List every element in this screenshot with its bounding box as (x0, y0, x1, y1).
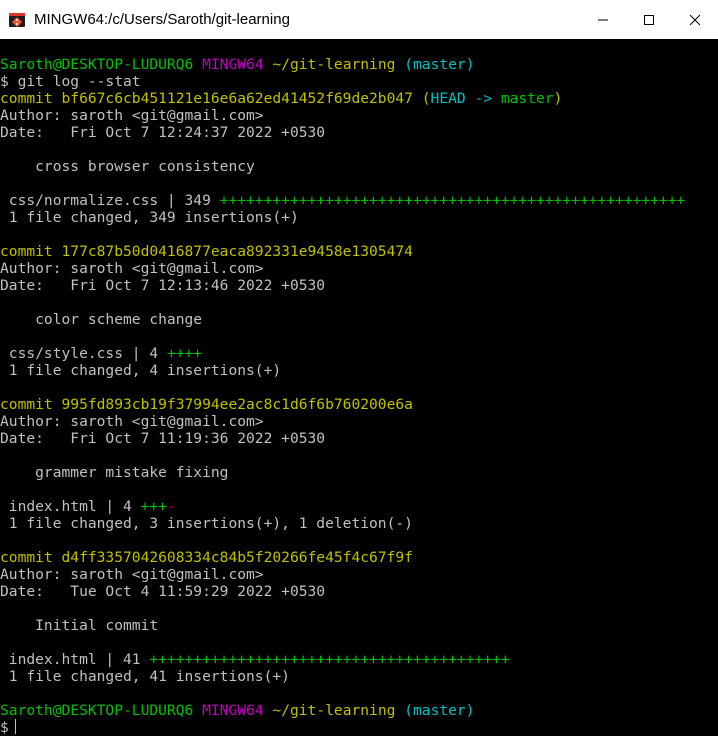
minimize-button[interactable] (580, 0, 626, 39)
commit-date: Date: Tue Oct 4 11:59:29 2022 +0530 (0, 583, 326, 600)
window-title: MINGW64:/c/Users/Saroth/git-learning (34, 11, 290, 28)
stat-plus: ++++++++++++++++++++++++++++++++++++++++… (149, 651, 510, 668)
prompt-shell: MINGW64 (202, 56, 264, 73)
git-bash-icon (8, 11, 26, 29)
prompt-path: ~/git-learning (272, 56, 396, 73)
commit-stat: css/style.css | 4 ++++ (0, 345, 718, 362)
commit-hash: commit d4ff3357042608334c84b5f20266fe45f… (0, 549, 413, 566)
stat-minus: - (166, 498, 176, 515)
commit-hash: commit 995fd893cb19f37994ee2ac8c1d6f6b76… (0, 396, 413, 413)
prompt-line: Saroth@DESKTOP-LUDURQ6 MINGW64 ~/git-lea… (0, 56, 718, 73)
prompt-shell: MINGW64 (202, 702, 264, 719)
stat-plus: ++++ (166, 345, 203, 362)
close-icon (689, 14, 701, 25)
commit-author: Author: saroth <git@gmail.com> (0, 566, 264, 583)
window-controls (580, 0, 718, 39)
ref-close-paren: ) (553, 90, 563, 107)
title-bar[interactable]: MINGW64:/c/Users/Saroth/git-learning (0, 0, 718, 39)
commit-author: Author: saroth <git@gmail.com> (0, 107, 264, 124)
stat-file: css/normalize.css | 349 (0, 192, 220, 209)
stat-file: index.html | 41 (0, 651, 150, 668)
commit-hash: commit 177c87b50d0416877eaca892331e9458e… (0, 243, 413, 260)
stat-file: css/style.css | 4 (0, 345, 167, 362)
commit-author: Author: saroth <git@gmail.com> (0, 260, 264, 277)
head-ref: HEAD -> (430, 90, 501, 107)
stat-plus: +++ (140, 498, 167, 515)
close-button[interactable] (672, 0, 718, 39)
maximize-button[interactable] (626, 0, 672, 39)
commit-summary: 1 file changed, 3 insertions(+), 1 delet… (0, 515, 413, 532)
commit-summary: 1 file changed, 41 insertions(+) (0, 668, 290, 685)
minimize-icon (598, 19, 608, 20)
text-cursor (14, 719, 16, 734)
commit-message: color scheme change (0, 311, 203, 328)
terminal-output[interactable]: Saroth@DESKTOP-LUDURQ6 MINGW64 ~/git-lea… (0, 39, 718, 736)
prompt-dollar: $ (0, 719, 9, 736)
commit-stat: css/normalize.css | 349 ++++++++++++++++… (0, 192, 718, 209)
stat-file: index.html | 4 (0, 498, 141, 515)
commit-stat: index.html | 4 +++- (0, 498, 718, 515)
prompt-user-host: Saroth@DESKTOP-LUDURQ6 (0, 702, 194, 719)
commit-date: Date: Fri Oct 7 12:13:46 2022 +0530 (0, 277, 326, 294)
stat-plus: ++++++++++++++++++++++++++++++++++++++++… (219, 192, 686, 209)
commit-summary: 1 file changed, 4 insertions(+) (0, 362, 282, 379)
commit-message: Initial commit (0, 617, 159, 634)
prompt-path: ~/git-learning (272, 702, 396, 719)
prompt-branch: (master) (404, 56, 475, 73)
command-line: $ git log --stat (0, 73, 141, 90)
commit-stat: index.html | 41 ++++++++++++++++++++++++… (0, 651, 718, 668)
head-branch: master (500, 90, 554, 107)
commit-date: Date: Fri Oct 7 12:24:37 2022 +0530 (0, 124, 326, 141)
commit-message: cross browser consistency (0, 158, 255, 175)
ref-open-paren: ( (421, 90, 431, 107)
commit-author: Author: saroth <git@gmail.com> (0, 413, 264, 430)
prompt-line: Saroth@DESKTOP-LUDURQ6 MINGW64 ~/git-lea… (0, 702, 718, 719)
maximize-icon (644, 14, 654, 25)
prompt-user-host: Saroth@DESKTOP-LUDURQ6 (0, 56, 194, 73)
prompt-branch: (master) (404, 702, 475, 719)
input-line[interactable]: $ (0, 719, 718, 736)
commit-summary: 1 file changed, 349 insertions(+) (0, 209, 299, 226)
commit-hash: commit bf667c6cb451121e16e6a62ed41452f69… (0, 90, 413, 107)
commit-date: Date: Fri Oct 7 11:19:36 2022 +0530 (0, 430, 326, 447)
terminal-window: MINGW64:/c/Users/Saroth/git-learning Sar… (0, 0, 718, 736)
commit-line: commit bf667c6cb451121e16e6a62ed41452f69… (0, 90, 718, 107)
commit-message: grammer mistake fixing (0, 464, 229, 481)
